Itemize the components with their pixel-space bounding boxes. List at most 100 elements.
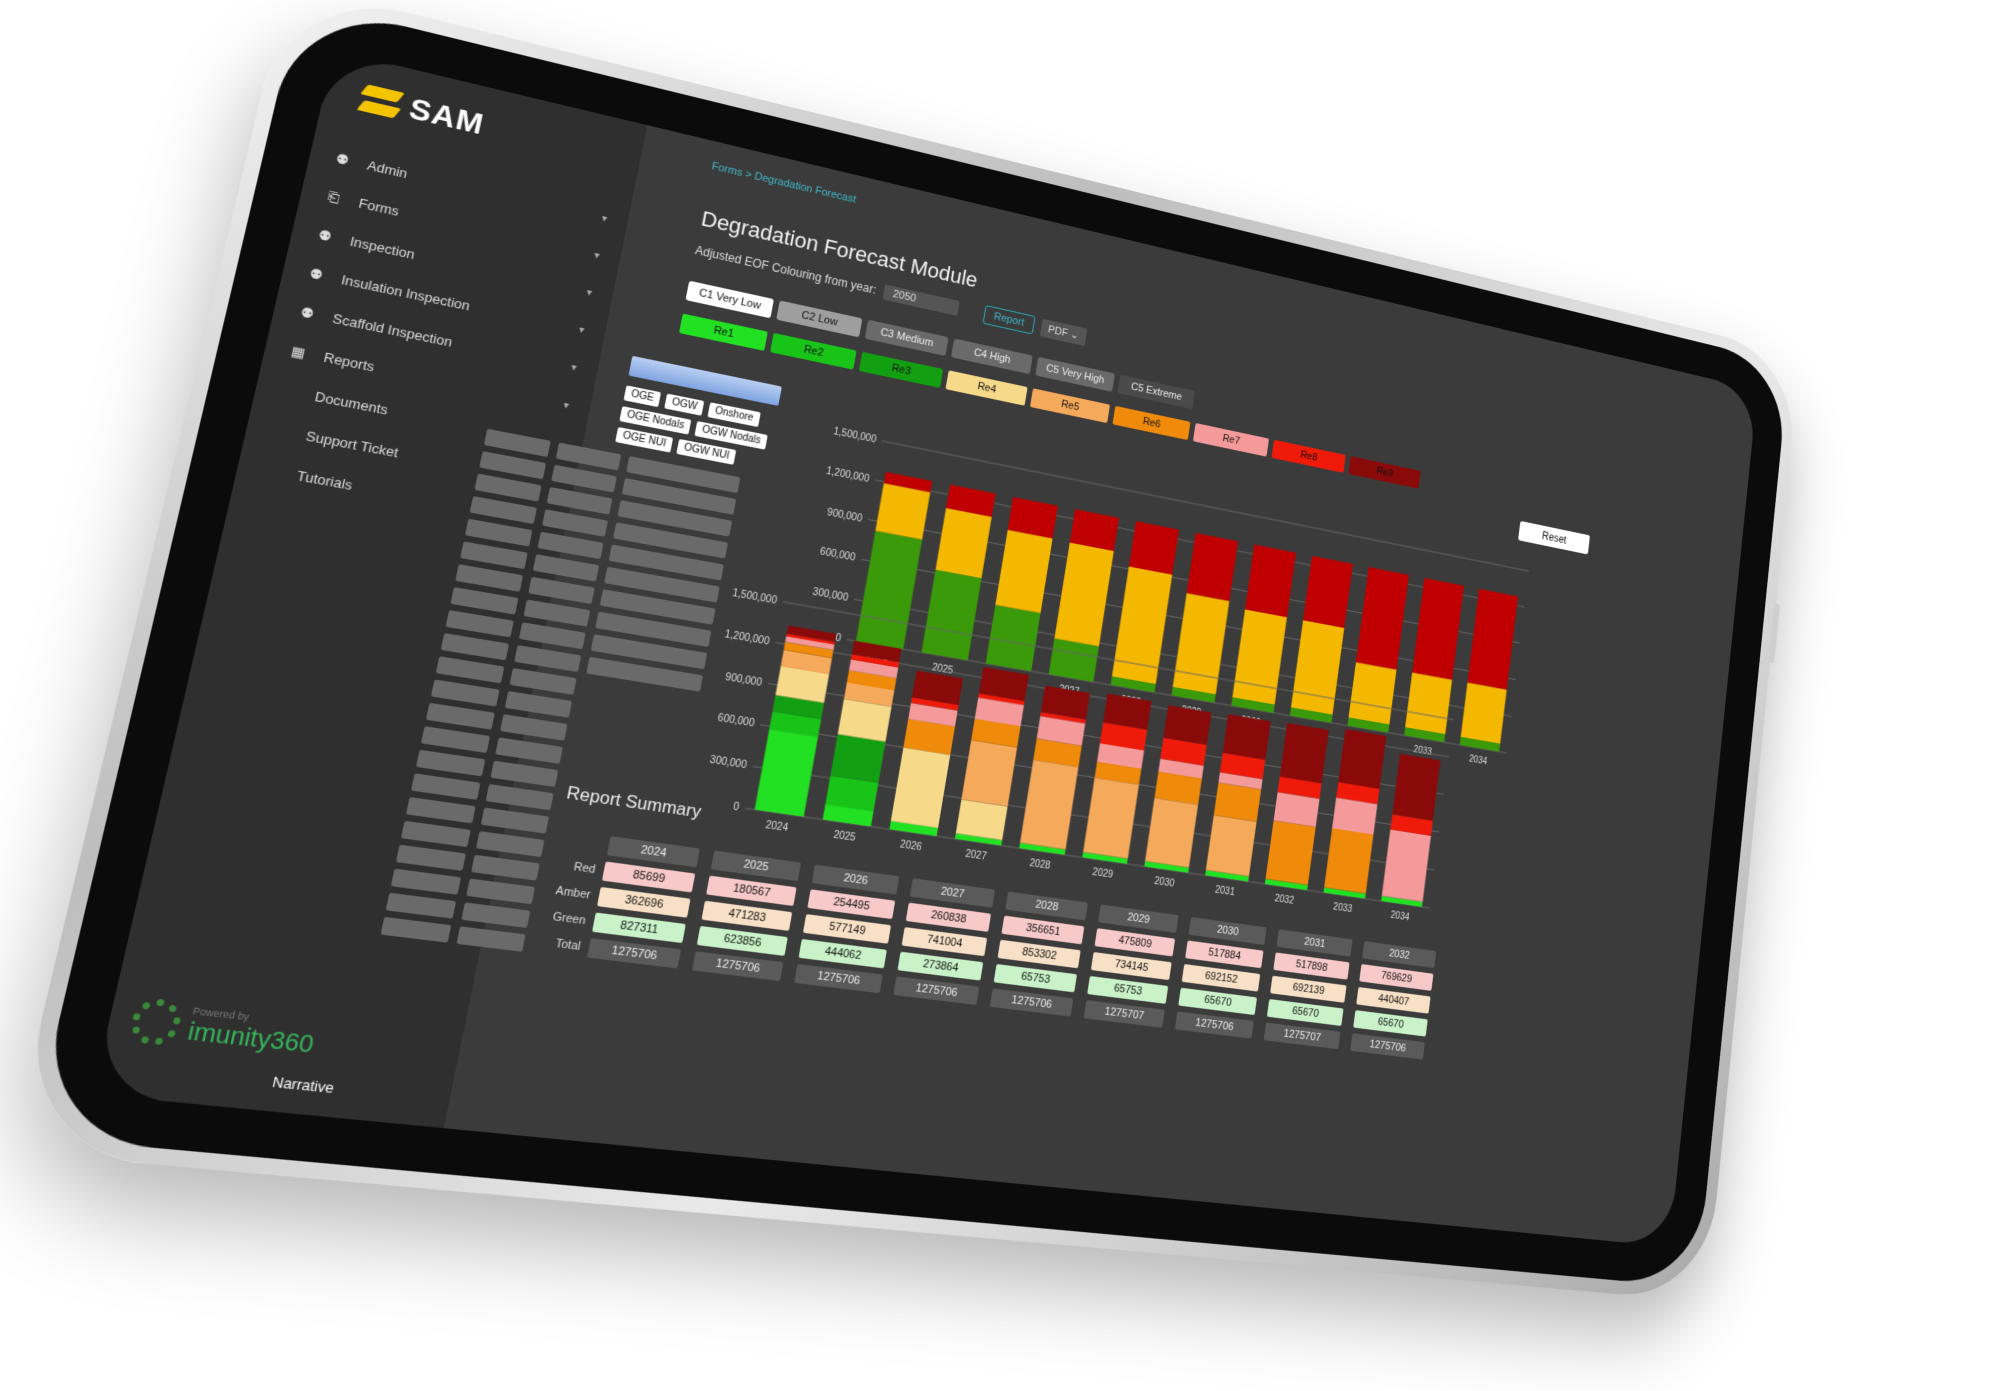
bar-segment[interactable] [1213,782,1262,822]
bar-segment[interactable] [1054,542,1114,647]
y-tick-label: 600,000 [717,713,756,730]
list-cell [385,892,457,919]
risk-chip[interactable]: Re6 [1112,405,1191,441]
x-tick-label: 2025 [832,829,856,844]
chevron-down-icon: ⌄ [1069,328,1080,342]
consequence-chip[interactable]: C2 Low [776,300,863,338]
consequence-chip[interactable]: C3 Medium [864,319,949,356]
filter-button[interactable]: OGW [664,393,705,416]
bar-segment[interactable] [1303,555,1353,628]
export-format-select[interactable]: PDF ⌄ [1039,318,1088,346]
list-cell [420,726,491,754]
bar-segment[interactable] [935,508,992,579]
users-icon: ⚉ [307,265,325,284]
risk-chip[interactable]: Re2 [770,332,857,370]
bar-segment[interactable] [995,529,1053,614]
summary-row-label: Amber [554,884,592,902]
bar-segment[interactable] [890,747,951,828]
risk-chip[interactable]: Re4 [945,370,1028,406]
summary-cell: 1275706 [1350,1033,1425,1060]
side-button [1768,603,1781,664]
list-cell [405,797,476,824]
list-cell [425,702,495,730]
bar-segment[interactable] [1205,815,1257,877]
bar-segment[interactable] [1186,532,1239,602]
filter-button[interactable]: OGE NUI [615,426,674,453]
chevron-down-icon: ▾ [600,212,609,225]
bar-segment[interactable] [1145,797,1199,868]
risk-chip[interactable]: Re3 [858,351,944,388]
bar-segment[interactable] [961,740,1018,807]
risk-chip[interactable]: Re5 [1029,388,1111,424]
list-cell [411,773,481,800]
report-button[interactable]: Report [982,304,1036,335]
logo[interactable]: SAM [358,81,487,143]
consequence-chip[interactable]: C5 Very High [1035,356,1115,392]
document-icon: ⎗ [326,188,342,207]
summary-corner [536,836,608,846]
list-cell [460,541,528,570]
list-cell [445,610,514,638]
consequence-chip[interactable]: C5 Extreme [1117,374,1196,410]
list-cell [415,749,486,777]
list-cell [400,820,471,848]
filter-panel: OGE OGW Onshore OGE Nodals OGW Nodals OGE NUI… [614,355,782,477]
bar-segment[interactable] [1245,544,1296,618]
bar-segment[interactable] [1222,714,1271,760]
y-tick-label: 300,000 [709,754,748,771]
consequence-chip[interactable]: C4 High [950,338,1033,375]
bar-segment[interactable] [1467,588,1519,690]
list-cell [450,587,519,615]
bar-segment[interactable] [1128,521,1180,575]
y-tick-label: 1,200,000 [825,465,870,484]
risk-chip[interactable]: Re1 [679,313,768,351]
bar-segment[interactable] [955,799,1008,841]
x-tick-label: 2034 [1390,910,1410,924]
bar-segment[interactable] [1392,753,1441,821]
sam-logo-icon [359,84,402,120]
export-format-value: PDF [1047,323,1069,339]
bar-segment[interactable] [1020,759,1079,850]
y-tick-label: 1,200,000 [724,629,771,648]
filter-button[interactable]: OGW NUI [676,438,737,465]
risk-chip[interactable]: Re7 [1192,422,1270,457]
bar-segment[interactable] [754,729,818,817]
users-icon: ⚉ [334,150,351,169]
app-screen: SAM ⚉ Admin ▾ ⎗ Forms ▾ ⚉ Inspection ▾ ⚉ Insulatio… [92,50,1758,1247]
bar-segment[interactable] [1381,829,1431,902]
breadcrumb[interactable]: Forms > Degradation Forecast [711,161,857,206]
bar-segment[interactable] [830,734,886,783]
bar-segment[interactable] [1412,578,1464,680]
filter-button[interactable]: OGE [623,385,662,408]
y-tick-label: 600,000 [819,547,856,565]
main-content: Forms > Degradation Forecast Degradation… [477,132,1757,1247]
bar-segment[interactable] [1332,797,1378,835]
list-cell [430,679,500,707]
bar-segment[interactable] [1083,777,1139,859]
list-cell [440,633,510,661]
reset-button[interactable]: Reset [1518,520,1591,555]
bar-segment[interactable] [1355,567,1409,670]
list-cell [455,564,524,592]
bar-segment[interactable] [1460,682,1507,744]
bar-segment[interactable] [1279,722,1329,784]
x-tick-label: 2024 [765,819,790,834]
bar-segment[interactable] [1324,828,1374,894]
risk-chip[interactable]: Re9 [1348,456,1421,489]
x-tick-label: 2029 [1092,867,1114,881]
chevron-down-icon: ▾ [585,286,593,299]
bar-segment[interactable] [1338,728,1387,789]
y-tick-label: 900,000 [826,507,863,525]
consequence-chip[interactable]: C1 Very Low [685,280,774,319]
bar-segment[interactable] [875,483,931,540]
filter-button[interactable]: Onshore [707,402,761,427]
powered-by: Powered by imunity360 [126,996,320,1061]
users-icon: ⚉ [299,303,316,322]
risk-chip[interactable]: Re8 [1271,439,1346,473]
x-tick-label: 2026 [899,839,922,854]
bar-segment[interactable] [1265,820,1316,885]
y-tick-label: 1,500,000 [731,588,777,607]
list-cell [380,916,452,943]
tablet-bezel: SAM ⚉ Admin ▾ ⎗ Forms ▾ ⚉ Inspection ▾ ⚉ Insulatio… [31,0,1790,1288]
year-input[interactable]: 2050 [882,284,960,316]
